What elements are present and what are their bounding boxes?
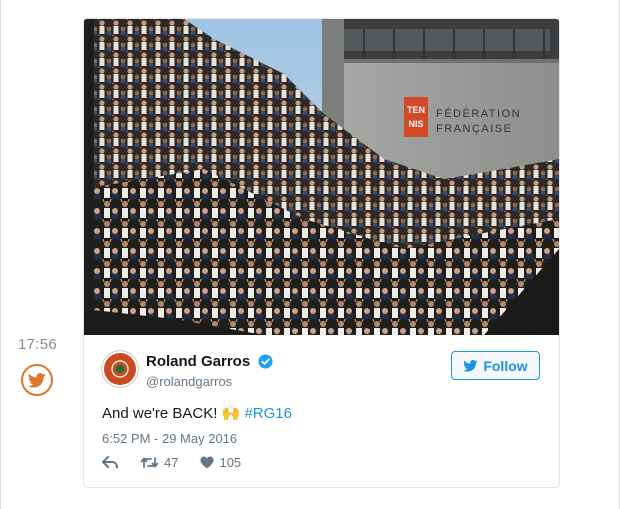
follow-button[interactable]: Follow — [451, 351, 540, 380]
twitter-bird-icon — [463, 359, 478, 372]
author-avatar[interactable] — [102, 351, 138, 387]
tweet-timestamp[interactable]: 6:52 PM - 29 May 2016 — [102, 431, 237, 446]
sign-line1: FÉDÉRATION — [436, 107, 521, 120]
frame-left-border — [0, 0, 1, 509]
retweet-count: 47 — [164, 455, 179, 470]
sign-logo — [404, 97, 428, 137]
tweet-actions: 47 105 — [102, 455, 263, 470]
tweet-text: And we're BACK! 🙌 #RG16 — [102, 404, 292, 422]
like-count: 105 — [219, 455, 242, 470]
retweet-button[interactable]: 47 — [140, 455, 178, 470]
author-handle[interactable]: @rolandgarros — [146, 374, 232, 389]
retweet-icon — [140, 457, 159, 468]
tweet-card[interactable]: TEN NIS FÉDÉRATION FRANÇAISE Roland Garr… — [83, 18, 560, 488]
roland-garros-logo-icon — [107, 356, 133, 382]
tweet-body: And we're BACK! — [102, 405, 222, 422]
reply-icon — [102, 456, 118, 469]
sign-logo-line1: TEN — [407, 105, 425, 115]
like-button[interactable]: 105 — [200, 455, 241, 470]
follow-label: Follow — [483, 357, 528, 374]
heart-icon — [200, 456, 214, 469]
twitter-bird-icon — [28, 372, 46, 388]
sign-line2: FRANÇAISE — [436, 123, 512, 135]
timeline-time: 17:56 — [18, 336, 58, 353]
hashtag-link[interactable]: #RG16 — [244, 405, 292, 422]
raised-hands-emoji: 🙌 — [221, 405, 241, 422]
reply-button[interactable] — [102, 456, 118, 469]
tweet-photo[interactable]: TEN NIS FÉDÉRATION FRANÇAISE — [84, 19, 559, 335]
twitter-badge — [21, 364, 53, 396]
sign-logo-line2: NIS — [408, 119, 423, 129]
verified-badge-icon — [258, 354, 273, 369]
author-name[interactable]: Roland Garros — [146, 353, 250, 370]
